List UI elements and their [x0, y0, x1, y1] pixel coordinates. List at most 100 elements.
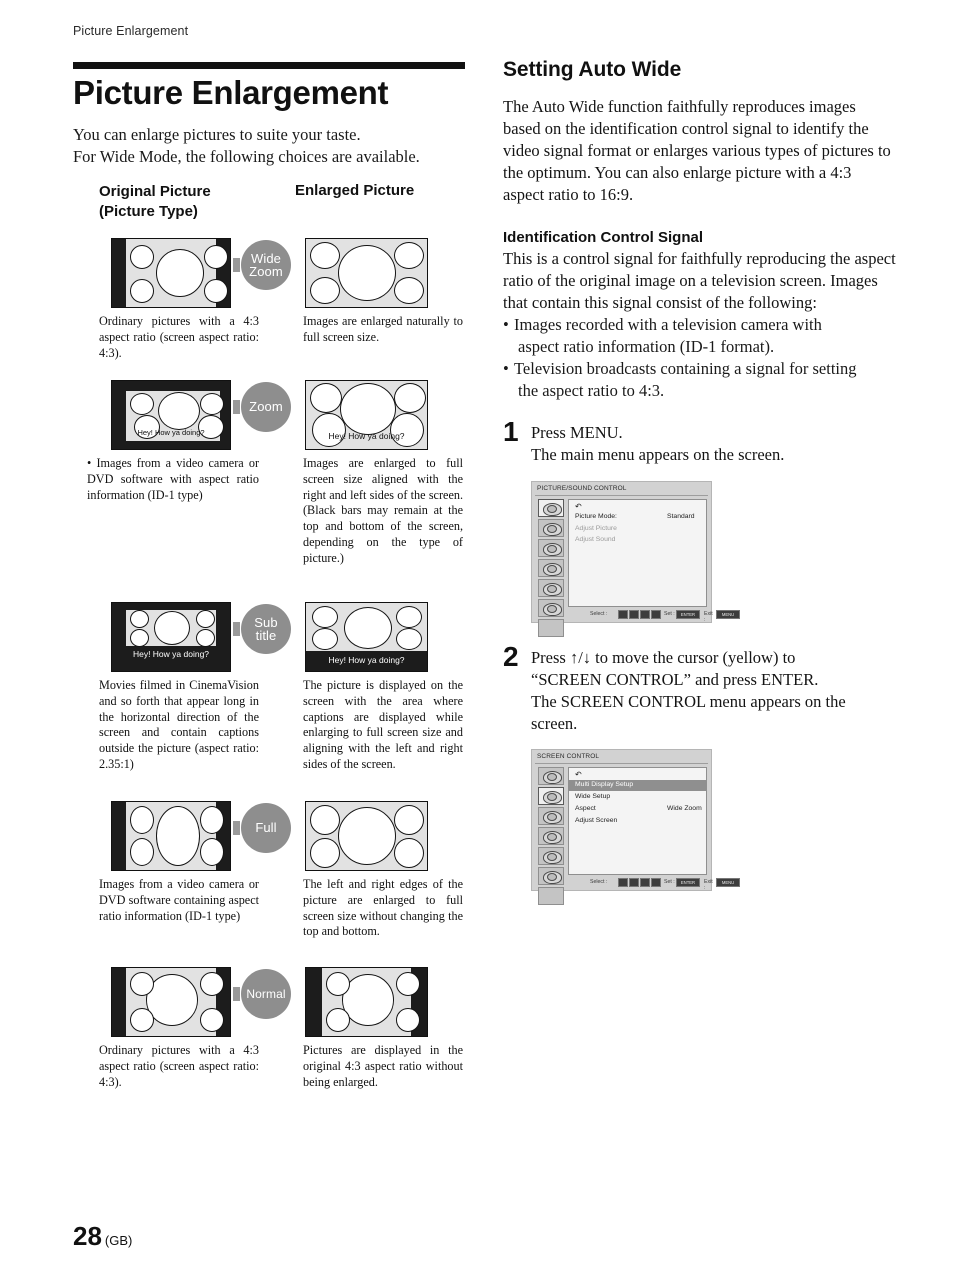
osd-row-label: Aspect: [575, 805, 596, 813]
circle-bl: [312, 627, 338, 650]
circle-tr: [396, 971, 420, 996]
circle-center: [344, 606, 392, 649]
osd-row[interactable]: Wide Setup: [569, 792, 706, 803]
page-footer: 28 (GB): [73, 1221, 132, 1252]
osd-icon-function-setup[interactable]: [538, 558, 564, 577]
osd-picture-sound-control[interactable]: PICTURE/SOUND CONTROL ↶ Picture Mode: St: [531, 480, 740, 637]
osd-row[interactable]: Adjust Screen: [569, 816, 706, 827]
badge-tick: [233, 399, 240, 414]
circle-center: [156, 805, 200, 866]
osd-dpad-keys-icon[interactable]: [618, 877, 662, 887]
osd-row-label: Multi Display Setup: [575, 781, 634, 789]
circle-tr: [394, 804, 424, 835]
osd-icon-screen-control[interactable]: [538, 518, 564, 537]
circle-tr: [204, 244, 228, 269]
section-title-setting-auto-wide: Setting Auto Wide: [503, 58, 682, 81]
subtitle-text: Hey! How ya doing?: [328, 654, 405, 665]
circle-center: [338, 806, 396, 865]
osd-icon-picture-sound[interactable]: [538, 498, 564, 517]
bullet-item: Images recorded with a television camera…: [503, 314, 896, 358]
osd-icon-timer[interactable]: [538, 866, 564, 885]
circle-br: [394, 837, 424, 868]
osd-row[interactable]: Adjust Sound: [569, 535, 706, 546]
caption-enlarged: Pictures are displayed in the original 4…: [303, 1042, 463, 1089]
step-text: Press MENU. The main menu appears on the…: [531, 422, 896, 466]
circle-br: [204, 278, 228, 303]
circle-tr: [196, 609, 215, 628]
osd-title-divider: [535, 494, 708, 496]
caption-original: Ordinary pictures with a 4:3 aspect rati…: [99, 313, 259, 360]
osd-back-icon[interactable]: ↶: [575, 770, 582, 779]
badge-tick: [233, 257, 240, 272]
circle-tl: [312, 605, 338, 628]
osd-row[interactable]: Adjust Picture: [569, 524, 706, 535]
step-line-2: The main menu appears on the screen.: [531, 445, 785, 465]
circle-tl: [130, 244, 154, 269]
osd-icon-function-setup[interactable]: [538, 826, 564, 845]
badge-label: Full: [255, 820, 277, 836]
badge-circle: Wide Zoom: [241, 239, 291, 290]
osd-icon-rail: [538, 498, 564, 639]
caption-original: Movies filmed in CinemaVision and so for…: [99, 677, 259, 772]
bullet-line-1: Television broadcasts containing a signa…: [514, 359, 857, 379]
osd-enter-key-icon[interactable]: ENTER: [676, 877, 700, 887]
osd-screen-control[interactable]: SCREEN CONTROL ↶ Multi Display Setup Wid…: [531, 748, 740, 905]
step-1: 1 Press MENU. The main menu appears on t…: [503, 418, 896, 637]
osd-back-icon[interactable]: ↶: [575, 502, 582, 511]
osd-icon-timer[interactable]: [538, 598, 564, 617]
badge-tick: [233, 820, 240, 835]
original-picture-wide-zoom: [111, 237, 231, 308]
caption-enlarged: The left and right edges of the picture …: [303, 876, 463, 939]
circle-bl: [130, 628, 149, 647]
circle-tr: [396, 605, 422, 628]
mode-badge-full: Full: [233, 802, 323, 869]
mode-captions: • Images from a video camera or DVD soft…: [73, 456, 465, 594]
circle-br: [390, 412, 424, 447]
step-number: 2: [503, 640, 519, 672]
circle-tr: [200, 392, 224, 415]
osd-foot-exit-label: Exit :: [704, 610, 713, 623]
mode-badge-zoom: Zoom: [233, 381, 323, 448]
caption-original: Images from a video camera or DVD softwa…: [99, 876, 259, 923]
osd-foot-exit-label: Exit :: [704, 878, 713, 891]
osd-icon-option[interactable]: [538, 578, 564, 597]
enlarged-picture-subtitle: Hey! How ya doing?: [305, 601, 428, 672]
intro-line-1: You can enlarge pictures to suite your t…: [73, 124, 361, 144]
enlarged-picture-zoom: Hey! How ya doing?: [305, 379, 428, 450]
osd-menu-key-icon[interactable]: MENU: [716, 877, 740, 887]
osd-icon-option[interactable]: [538, 846, 564, 865]
osd-menu-key-icon[interactable]: MENU: [716, 609, 740, 619]
original-picture-subtitle: Hey! How ya doing?: [111, 601, 231, 672]
bullet-line-2: aspect ratio information (ID-1 format).: [518, 336, 775, 356]
osd-enter-key-icon[interactable]: ENTER: [676, 609, 700, 619]
intro-paragraph: You can enlarge pictures to suite your t…: [73, 124, 465, 168]
osd-row[interactable]: Picture Mode: Standard: [569, 512, 706, 523]
badge-label: Zoom: [249, 399, 283, 415]
osd-icon-picture-sound[interactable]: [538, 766, 564, 785]
osd-foot-select-label: Select :: [590, 878, 608, 885]
step-line-1: Press ↑/↓ to move the cursor (yellow) to: [531, 647, 796, 667]
badge-label: Normal: [246, 986, 286, 1001]
bullet-item: Television broadcasts containing a signa…: [503, 358, 896, 402]
subsection-body: This is a control signal for faithfully …: [503, 248, 896, 312]
column-heading-original-line1: Original Picture: [99, 182, 211, 200]
step-2: 2 Press ↑/↓ to move the cursor (yellow) …: [503, 642, 896, 905]
osd-title: PICTURE/SOUND CONTROL: [537, 484, 627, 492]
osd-icon-screen-control[interactable]: [538, 786, 564, 805]
mode-figures: Normal: [73, 966, 465, 1037]
right-column: Setting Auto Wide The Auto Wide function…: [503, 58, 896, 905]
osd-icon-input-setting[interactable]: [538, 538, 564, 557]
osd-foot-set-label: Set :: [664, 610, 675, 617]
badge-label: Wide Zoom: [249, 250, 283, 279]
circle-bl: [312, 412, 346, 447]
step-line-2: “SCREEN CONTROL” and press ENTER.: [531, 669, 819, 689]
osd-row[interactable]: Aspect Wide Zoom: [569, 804, 706, 815]
circle-tl: [326, 971, 350, 996]
badge-circle: Zoom: [241, 381, 291, 432]
circle-center: [156, 248, 204, 297]
osd-icon-input-setting[interactable]: [538, 806, 564, 825]
mode-row-wide-zoom: Wide Zoom Ordinary pictures with a 4:3 as…: [73, 237, 465, 372]
bullet-list: Images recorded with a television camera…: [503, 314, 896, 402]
osd-row[interactable]: Multi Display Setup: [569, 779, 706, 791]
osd-dpad-keys-icon[interactable]: [618, 609, 662, 619]
